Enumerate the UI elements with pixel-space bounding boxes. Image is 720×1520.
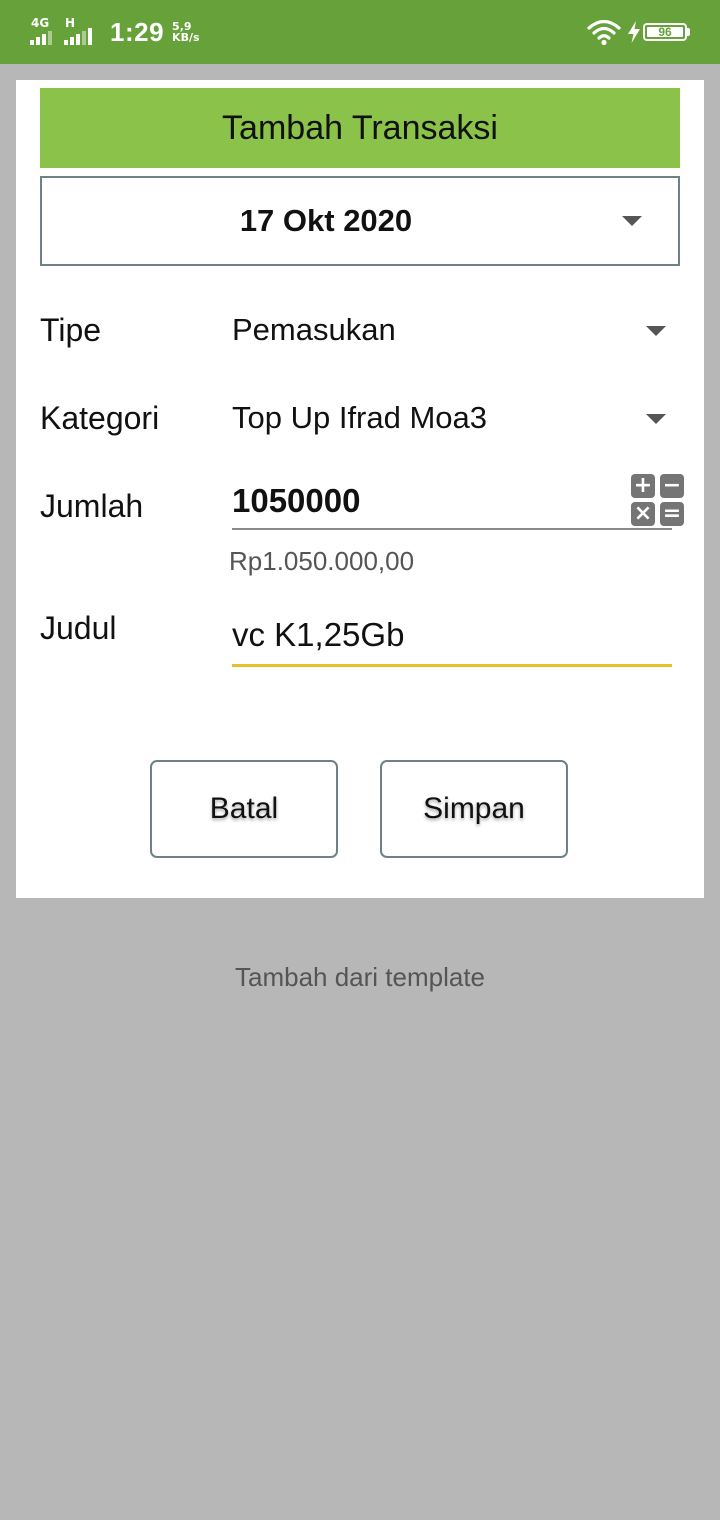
category-dropdown-caret-icon[interactable] [646,414,666,424]
amount-formatted: Rp1.050.000,00 [229,546,415,576]
network-type-4g: 4G [31,16,50,30]
amount-value: 1050000 [232,482,361,519]
amount-label: Jumlah [40,488,144,524]
add-from-template-link[interactable]: Tambah dari template [0,962,720,993]
clock: 1:29 [110,16,165,47]
title-label: Judul [40,610,117,646]
amount-input[interactable]: 1050000 [232,480,672,530]
cancel-button[interactable]: Batal [150,760,338,858]
dialog-title: Tambah Transaksi [40,88,680,168]
category-select[interactable]: Top Up Ifrad Moa3 [232,400,487,436]
battery-level: 96 [658,25,672,39]
title-input[interactable]: vc K1,25Gb [232,610,672,667]
network-speed-unit: KB/s [172,31,200,44]
calculator-icon[interactable]: + − × = [631,474,685,526]
title-value: vc K1,25Gb [232,616,405,653]
bolt-icon [628,21,640,43]
type-dropdown-caret-icon[interactable] [646,326,666,336]
status-bar: 4G H 1:29 5,9 KB/s 96 [0,0,720,64]
save-button[interactable]: Simpan [380,760,568,858]
battery-nub [687,28,690,36]
type-select[interactable]: Pemasukan [232,312,396,348]
calc-equals-icon: = [660,502,684,526]
status-bar-right: 96 [587,16,690,48]
calc-plus-icon: + [631,474,655,498]
date-value: 17 Okt 2020 [239,203,413,238]
wifi-icon [587,19,621,46]
status-bar-left: 4G H 1:29 5,9 KB/s [30,14,200,50]
add-transaction-dialog: Tambah Transaksi 17 Okt 2020 Tipe Pemasu… [16,80,704,898]
battery-icon: 96 [643,23,687,41]
network-speed: 5,9 KB/s [172,21,199,43]
signal-h-icon: H [64,17,96,47]
date-dropdown-caret-icon [622,216,642,226]
category-label: Kategori [40,400,160,436]
date-picker[interactable]: 17 Okt 2020 [40,176,680,266]
calc-minus-icon: − [660,474,684,498]
calc-times-icon: × [631,502,655,526]
signal-4g-icon: 4G [30,17,54,47]
type-label: Tipe [40,312,102,348]
